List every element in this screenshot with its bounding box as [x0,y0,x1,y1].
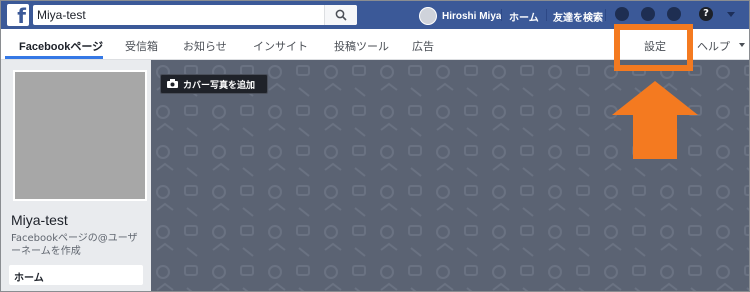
chevron-down-icon[interactable] [727,12,735,18]
facebook-logo-icon[interactable]: f [7,4,29,28]
sidebar-item-home[interactable]: ホーム [9,265,143,285]
tab-publishing-tools[interactable]: 投稿ツール [334,38,389,54]
find-friends-link[interactable]: 友達を検索 [553,9,603,24]
left-sidebar: Miya-test Facebookページの@ユーザーネームを作成 ホーム [1,60,151,291]
camera-icon [167,79,178,88]
chevron-down-icon [739,43,745,47]
friend-requests-icon[interactable] [615,7,629,21]
page-title: Miya-test [11,212,68,228]
user-name: Hiroshi Miya [442,10,502,22]
divider [546,9,547,21]
notifications-icon[interactable] [667,7,681,21]
add-cover-photo-button[interactable]: カバー写真を追加 [160,74,268,94]
tab-notifications[interactable]: お知らせ [183,38,227,54]
create-username-link[interactable]: Facebookページの@ユーザーネームを作成 [11,232,139,258]
search-box: Miya-test [33,5,357,25]
tab-inbox[interactable]: 受信箱 [125,38,158,54]
search-button[interactable] [324,5,357,25]
add-cover-photo-label: カバー写真を追加 [183,81,256,91]
tab-insights[interactable]: インサイト [253,38,308,54]
messages-icon[interactable] [641,7,655,21]
search-icon [335,9,347,21]
divider [605,9,606,21]
annotation-arrow-icon [612,81,698,159]
divider [501,9,502,21]
annotation-highlight-box [614,24,693,71]
tab-facebook-page[interactable]: Facebookページ [19,38,103,54]
tab-help[interactable]: ヘルプ [697,38,730,54]
tab-ads[interactable]: 広告 [412,38,434,54]
home-link[interactable]: ホーム [509,9,539,24]
facebook-page-window: f Miya-test Hiroshi Miya ホーム 友達を検索 ? Fac… [0,0,750,292]
search-input[interactable]: Miya-test [37,8,86,22]
profile-link[interactable]: Hiroshi Miya [419,7,501,25]
help-icon[interactable]: ? [699,7,713,21]
sidebar-item-label: ホーム [14,273,44,284]
avatar [419,7,437,25]
active-tab-indicator [5,56,103,59]
profile-picture[interactable] [13,70,147,201]
